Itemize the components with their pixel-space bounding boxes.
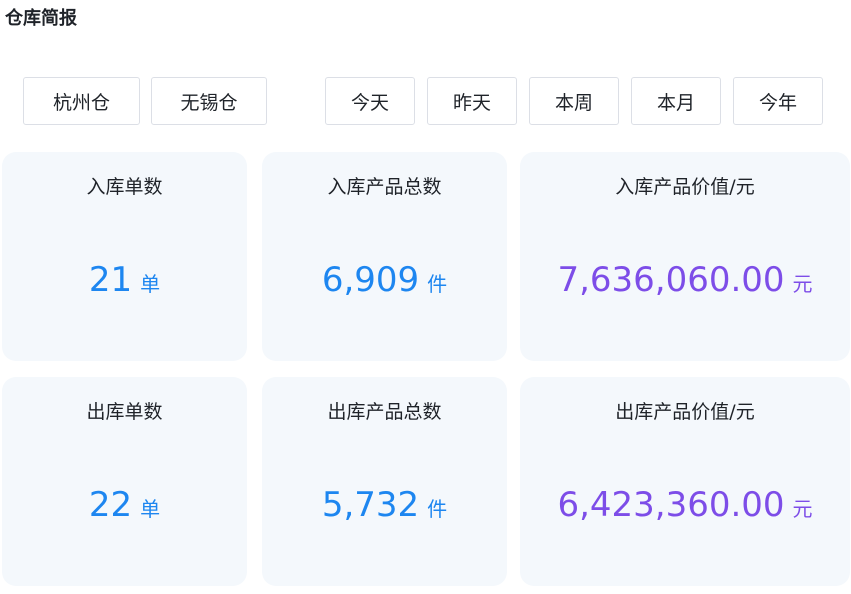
stat-unit: 元 bbox=[792, 272, 813, 296]
stat-number: 7,636,060.00 bbox=[557, 260, 785, 300]
stat-label: 入库单数 bbox=[86, 176, 163, 198]
stat-label: 出库产品总数 bbox=[327, 401, 442, 423]
stat-card-outbound-quantity: 出库产品总数 5,732 件 bbox=[262, 377, 507, 586]
stat-value: 6,423,360.00 元 bbox=[520, 485, 850, 525]
stat-unit: 元 bbox=[792, 497, 813, 521]
warehouse-button-hangzhou[interactable]: 杭州仓 bbox=[23, 77, 140, 125]
stat-label: 入库产品价值/元 bbox=[615, 176, 755, 198]
period-button-yesterday[interactable]: 昨天 bbox=[427, 77, 517, 125]
warehouse-button-wuxi[interactable]: 无锡仓 bbox=[151, 77, 267, 125]
stat-unit: 单 bbox=[140, 272, 161, 296]
stat-value: 21 单 bbox=[2, 260, 247, 300]
stat-unit: 单 bbox=[140, 497, 161, 521]
stat-card-inbound-value: 入库产品价值/元 7,636,060.00 元 bbox=[520, 152, 850, 361]
stat-label: 出库单数 bbox=[86, 401, 163, 423]
stat-value: 5,732 件 bbox=[262, 485, 507, 525]
stat-value: 22 单 bbox=[2, 485, 247, 525]
period-button-today[interactable]: 今天 bbox=[325, 77, 415, 125]
stat-card-outbound-value: 出库产品价值/元 6,423,360.00 元 bbox=[520, 377, 850, 586]
stat-number: 5,732 bbox=[321, 485, 420, 525]
stat-unit: 件 bbox=[427, 272, 448, 296]
page-title: 仓库简报 bbox=[5, 8, 77, 29]
stat-label: 出库产品价值/元 bbox=[615, 401, 755, 423]
stat-card-inbound-quantity: 入库产品总数 6,909 件 bbox=[262, 152, 507, 361]
warehouse-briefing-panel: 仓库简报 杭州仓 无锡仓 今天 昨天 本周 本月 今年 入库单数 21 单 入库产… bbox=[0, 0, 851, 594]
stat-label: 入库产品总数 bbox=[327, 176, 442, 198]
stat-card-outbound-orders: 出库单数 22 单 bbox=[2, 377, 247, 586]
stat-value: 6,909 件 bbox=[262, 260, 507, 300]
stat-value: 7,636,060.00 元 bbox=[520, 260, 850, 300]
stat-unit: 件 bbox=[427, 497, 448, 521]
stat-number: 6,909 bbox=[321, 260, 420, 300]
period-button-this-week[interactable]: 本周 bbox=[529, 77, 619, 125]
stat-number: 21 bbox=[88, 260, 133, 300]
period-button-this-year[interactable]: 今年 bbox=[733, 77, 823, 125]
stat-card-inbound-orders: 入库单数 21 单 bbox=[2, 152, 247, 361]
stat-number: 6,423,360.00 bbox=[557, 485, 785, 525]
period-button-this-month[interactable]: 本月 bbox=[631, 77, 721, 125]
stat-number: 22 bbox=[88, 485, 133, 525]
